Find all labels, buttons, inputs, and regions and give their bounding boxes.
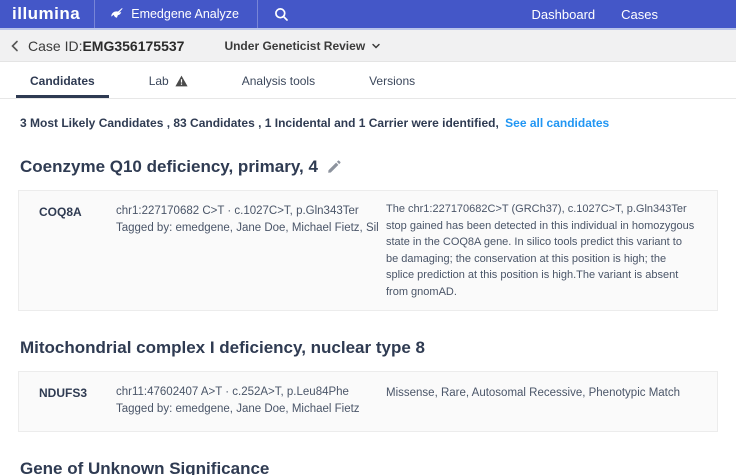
illumina-logo[interactable]: illumina xyxy=(0,0,94,28)
case-header-bar: Case ID:EMG356175537 Under Geneticist Re… xyxy=(0,30,736,62)
search-button[interactable] xyxy=(258,0,305,28)
section-heading-coenzyme-q10: Coenzyme Q10 deficiency, primary, 4 xyxy=(20,157,716,177)
gene-name[interactable]: COQ8A xyxy=(19,191,116,219)
see-all-candidates-link[interactable]: See all candidates xyxy=(505,116,609,130)
tab-candidates[interactable]: Candidates xyxy=(16,66,109,98)
tab-versions-label: Versions xyxy=(369,74,415,88)
variant-description: The chr1:227170682C>T (GRCh37), c.1027C>… xyxy=(378,191,717,310)
tab-versions[interactable]: Versions xyxy=(355,66,429,98)
top-navigation-bar: illumina Emedgene Analyze Dashboard Case… xyxy=(0,0,736,30)
chevron-down-icon xyxy=(371,41,381,51)
tab-lab-label: Lab xyxy=(149,74,169,88)
variant-notation: chr11:47602407 A>T · c.252A>T, p.Leu84Ph… xyxy=(116,384,372,401)
tab-bar: Candidates Lab Analysis tools Versions xyxy=(0,66,736,99)
section-heading-mitochondrial: Mitochondrial complex I deficiency, nucl… xyxy=(20,338,716,358)
variant-info: chr11:47602407 A>T · c.252A>T, p.Leu84Ph… xyxy=(116,372,378,431)
product-switcher[interactable]: Emedgene Analyze xyxy=(95,0,257,28)
nav-dashboard[interactable]: Dashboard xyxy=(532,7,596,22)
nav-cases[interactable]: Cases xyxy=(621,7,658,22)
tab-analysis-tools[interactable]: Analysis tools xyxy=(228,66,329,98)
product-name: Emedgene Analyze xyxy=(131,7,239,21)
summary-text: 3 Most Likely Candidates , 83 Candidates… xyxy=(20,116,499,130)
variant-row-ndufs3[interactable]: NDUFS3 chr11:47602407 A>T · c.252A>T, p.… xyxy=(18,371,718,432)
candidates-summary: 3 Most Likely Candidates , 83 Candidates… xyxy=(0,99,736,130)
section-title: Coenzyme Q10 deficiency, primary, 4 xyxy=(20,157,318,177)
case-id-value: EMG356175537 xyxy=(82,38,184,54)
tab-analysis-tools-label: Analysis tools xyxy=(242,74,315,88)
case-status-label: Under Geneticist Review xyxy=(224,39,365,53)
tab-candidates-label: Candidates xyxy=(30,74,95,88)
search-icon xyxy=(274,7,289,22)
case-status-dropdown[interactable]: Under Geneticist Review xyxy=(224,39,381,53)
tagged-by: Tagged by: emedgene, Jane Doe, Michael F… xyxy=(116,220,372,237)
hummingbird-icon xyxy=(108,6,124,22)
case-id-label: Case ID: xyxy=(28,38,82,54)
tagged-by: Tagged by: emedgene, Jane Doe, Michael F… xyxy=(116,401,372,418)
variant-row-coq8a[interactable]: COQ8A chr1:227170682 C>T · c.1027C>T, p.… xyxy=(18,190,718,311)
variant-tags: Missense, Rare, Autosomal Recessive, Phe… xyxy=(378,372,717,412)
section-title: Gene of Unknown Significance xyxy=(20,459,269,475)
section-heading-unknown-significance: Gene of Unknown Significance xyxy=(20,459,716,475)
gene-name[interactable]: NDUFS3 xyxy=(19,372,116,400)
warning-triangle-icon xyxy=(175,75,188,87)
tab-lab[interactable]: Lab xyxy=(135,66,202,98)
variant-info: chr1:227170682 C>T · c.1027C>T, p.Gln343… xyxy=(116,191,378,250)
topbar-spacer xyxy=(305,0,532,28)
section-title: Mitochondrial complex I deficiency, nucl… xyxy=(20,338,425,358)
variant-notation: chr1:227170682 C>T · c.1027C>T, p.Gln343… xyxy=(116,203,372,220)
edit-pencil-icon[interactable] xyxy=(327,160,341,174)
back-button[interactable] xyxy=(0,39,28,53)
topbar-nav: Dashboard Cases xyxy=(532,0,736,28)
